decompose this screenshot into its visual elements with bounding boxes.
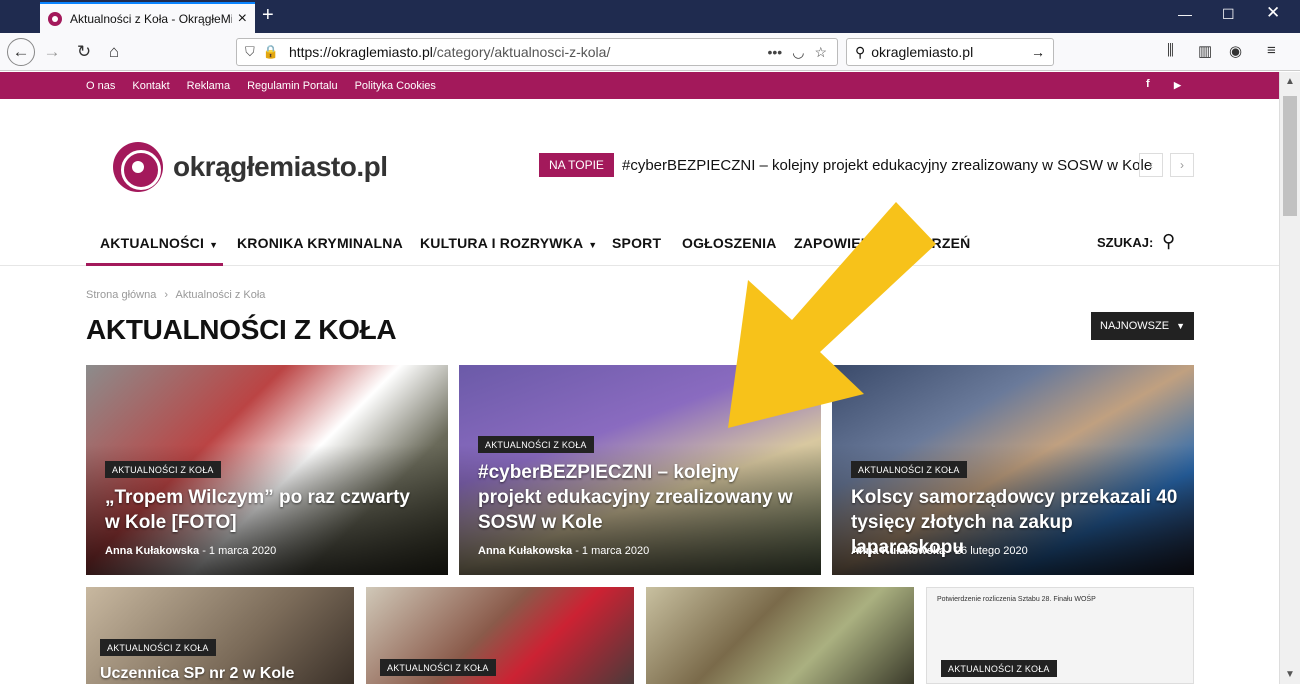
site-logo[interactable]: okrągłemiasto.pl: [113, 142, 388, 192]
facebook-icon[interactable]: f: [1146, 78, 1150, 90]
page-actions-icon[interactable]: •••: [768, 44, 783, 60]
lock-icon[interactable]: 🔒: [263, 44, 279, 60]
category-badge[interactable]: AKTUALNOŚCI Z KOŁA: [941, 660, 1057, 677]
article-date: 26 lutego 2020: [954, 545, 1028, 557]
link-o-nas[interactable]: O nas: [86, 80, 115, 92]
close-window-icon[interactable]: ✕: [1266, 3, 1280, 23]
search-bar[interactable]: ⚲ okraglemiasto.pl →: [846, 38, 1054, 66]
scroll-thumb[interactable]: [1283, 96, 1297, 216]
menu-icon[interactable]: ≡: [1267, 42, 1276, 59]
category-badge[interactable]: AKTUALNOŚCI Z KOŁA: [100, 639, 216, 656]
logo-wheel-icon: [113, 142, 163, 192]
document-heading: Potwierdzenie rozliczenia Sztabu 28. Fin…: [937, 596, 1096, 603]
topic-headline[interactable]: #cyberBEZPIECZNI – kolejny projekt eduka…: [622, 157, 1152, 174]
account-icon[interactable]: ◉: [1229, 42, 1242, 60]
search-query[interactable]: okraglemiasto.pl: [871, 44, 1031, 60]
sort-dropdown[interactable]: NAJNOWSZE ▼: [1091, 312, 1194, 340]
nav-ogloszenia[interactable]: OGŁOSZENIA: [682, 235, 777, 251]
article-author[interactable]: Anna Kułakowska: [478, 545, 572, 557]
search-icon: ⚲: [855, 43, 866, 60]
featured-article-3[interactable]: AKTUALNOŚCI Z KOŁA Kolscy samorządowcy p…: [832, 365, 1194, 575]
featured-article-2[interactable]: AKTUALNOŚCI Z KOŁA #cyberBEZPIECZNI – ko…: [459, 365, 821, 575]
article-author[interactable]: Anna Kułakowska: [851, 545, 945, 557]
breadcrumb-current: Aktualności z Koła: [175, 289, 266, 301]
link-regulamin[interactable]: Regulamin Portalu: [247, 80, 338, 92]
breadcrumb-home[interactable]: Strona główna: [86, 289, 156, 301]
scroll-up-icon[interactable]: ▲: [1285, 76, 1295, 87]
tab-title: Aktualności z Koła - OkrągłeMi: [70, 11, 232, 26]
close-tab-icon[interactable]: ×: [238, 10, 247, 28]
chevron-down-icon: ▼: [588, 240, 598, 250]
article-title[interactable]: #cyberBEZPIECZNI – kolejny projekt eduka…: [478, 460, 798, 535]
pocket-icon[interactable]: ◡: [792, 44, 804, 61]
topic-badge: NA TOPIE: [539, 153, 614, 177]
article-date: 1 marca 2020: [208, 545, 277, 557]
article-date: 1 marca 2020: [581, 545, 650, 557]
main-navigation: AKTUALNOŚCI ▼ KRONIKA KRYMINALNA KULTURA …: [0, 220, 1279, 266]
nav-aktualnosci[interactable]: AKTUALNOŚCI ▼: [100, 235, 218, 251]
top-links-bar: O nas Kontakt Reklama Regulamin Portalu …: [0, 72, 1279, 99]
chevron-down-icon: ▼: [209, 240, 219, 250]
page-scrollbar[interactable]: ▲ ▼: [1279, 72, 1300, 684]
new-tab-icon[interactable]: +: [262, 4, 274, 27]
ticker-next-icon[interactable]: ›: [1170, 153, 1194, 177]
article-card[interactable]: AKTUALNOŚCI Z KOŁA: [366, 587, 634, 684]
article-title[interactable]: Uczennica SP nr 2 w Kole: [100, 661, 354, 684]
featured-article-1[interactable]: AKTUALNOŚCI Z KOŁA „Tropem Wilczym” po r…: [86, 365, 448, 575]
shield-icon[interactable]: ⛉: [245, 44, 255, 60]
category-badge[interactable]: AKTUALNOŚCI Z KOŁA: [105, 461, 221, 478]
sidebar-icon[interactable]: ▥: [1198, 42, 1212, 60]
page-title: AKTUALNOŚCI Z KOŁA: [86, 314, 397, 345]
browser-tab-bar: Aktualności z Koła - OkrągłeMi × + — ☐ ✕: [0, 0, 1300, 33]
bookmark-star-icon[interactable]: ☆: [814, 44, 827, 61]
forward-icon[interactable]: →: [38, 38, 66, 66]
scroll-down-icon[interactable]: ▼: [1285, 669, 1295, 680]
url-text[interactable]: https://okraglemiasto.pl/category/aktual…: [289, 44, 768, 60]
link-cookies[interactable]: Polityka Cookies: [355, 80, 436, 92]
search-label[interactable]: SZUKAJ:: [1097, 235, 1153, 250]
nav-active-indicator: [86, 263, 223, 266]
nav-kronika[interactable]: KRONIKA KRYMINALNA: [237, 235, 403, 251]
site-favicon-icon: [48, 11, 62, 26]
breadcrumb-separator: ›: [164, 289, 169, 301]
article-meta: Anna Kułakowska - 26 lutego 2020: [851, 545, 1028, 557]
minimize-icon[interactable]: —: [1178, 6, 1192, 22]
article-meta: Anna Kułakowska - 1 marca 2020: [105, 545, 277, 557]
library-icon[interactable]: ⫼: [1167, 42, 1174, 59]
nav-sport[interactable]: SPORT: [612, 235, 661, 251]
nav-kultura[interactable]: KULTURA I ROZRYWKA ▼: [420, 235, 597, 251]
youtube-icon[interactable]: ▶: [1174, 80, 1181, 91]
article-card[interactable]: AKTUALNOŚCI Z KOŁA Uczennica SP nr 2 w K…: [86, 587, 354, 684]
back-icon[interactable]: ←: [7, 38, 35, 66]
category-badge[interactable]: AKTUALNOŚCI Z KOŁA: [478, 436, 594, 453]
nav-zapowiedzi[interactable]: ZAPOWIEDZI WYDARZEŃ: [794, 235, 970, 251]
link-reklama[interactable]: Reklama: [187, 80, 230, 92]
article-card[interactable]: Potwierdzenie rozliczenia Sztabu 28. Fin…: [926, 587, 1194, 684]
article-author[interactable]: Anna Kułakowska: [105, 545, 199, 557]
browser-toolbar: ← → ↻ ⌂ ⛉ 🔒 https://okraglemiasto.pl/cat…: [0, 33, 1300, 71]
logo-text: okrągłemiasto.pl: [173, 151, 388, 182]
ticker-prev-icon[interactable]: ‹: [1139, 153, 1163, 177]
search-icon[interactable]: ⚲: [1162, 231, 1175, 252]
address-bar[interactable]: ⛉ 🔒 https://okraglemiasto.pl/category/ak…: [236, 38, 838, 66]
article-card[interactable]: [646, 587, 914, 684]
breadcrumb: Strona główna › Aktualności z Koła: [86, 289, 265, 301]
go-arrow-icon[interactable]: →: [1031, 44, 1045, 60]
home-icon[interactable]: ⌂: [100, 38, 128, 66]
category-badge[interactable]: AKTUALNOŚCI Z KOŁA: [851, 461, 967, 478]
category-badge[interactable]: AKTUALNOŚCI Z KOŁA: [380, 659, 496, 676]
maximize-icon[interactable]: ☐: [1222, 6, 1235, 23]
chevron-down-icon: ▼: [1176, 321, 1185, 331]
reload-icon[interactable]: ↻: [70, 38, 98, 66]
link-kontakt[interactable]: Kontakt: [132, 80, 169, 92]
article-meta: Anna Kułakowska - 1 marca 2020: [478, 545, 650, 557]
article-title[interactable]: „Tropem Wilczym” po raz czwarty w Kole […: [105, 485, 425, 535]
browser-tab[interactable]: Aktualności z Koła - OkrągłeMi ×: [40, 2, 255, 33]
